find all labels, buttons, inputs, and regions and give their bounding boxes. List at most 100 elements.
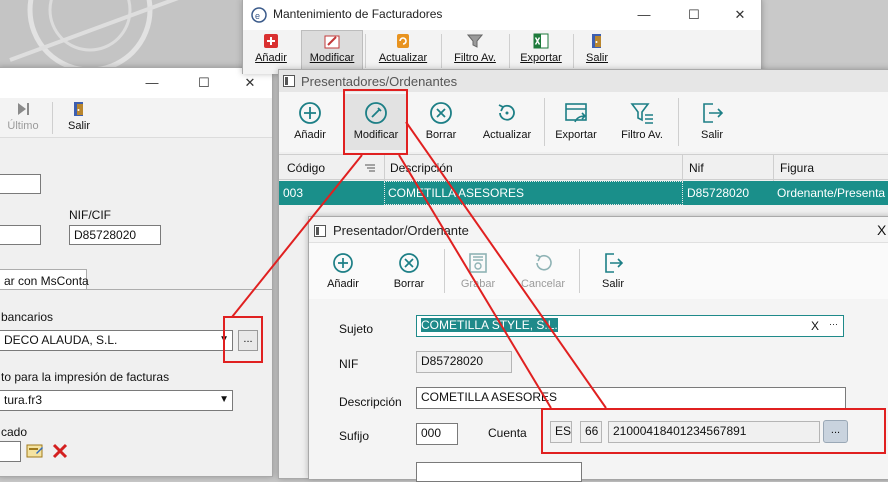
detail-titlebar: Presentador/Ordenante X	[309, 217, 888, 243]
cado-label: cado	[1, 425, 28, 439]
add-icon	[264, 34, 278, 48]
facturadores-window: e Mantenimiento de Facturadores — ☐ ✕ Añ…	[242, 0, 762, 74]
exportar-label: Exportar	[555, 129, 597, 141]
salir-label: Salir	[585, 52, 608, 64]
exit-icon	[605, 253, 624, 273]
anadir-button[interactable]: Añadir	[321, 251, 365, 290]
delete-circle-icon	[430, 102, 452, 124]
wallpaper-decoration	[0, 0, 240, 70]
grabar-button[interactable]: Grabar	[454, 251, 502, 290]
salir-button[interactable]: Salir	[689, 100, 735, 141]
actualizar-label: Actualizar	[378, 52, 428, 64]
exit-icon	[703, 103, 724, 123]
salir-button[interactable]: Salir	[579, 33, 615, 64]
bg-name-field[interactable]	[0, 225, 41, 245]
bank-section-label: bancarios	[1, 310, 54, 324]
borrar-label: Borrar	[425, 129, 457, 141]
anadir-label: Añadir	[255, 52, 287, 64]
delete-icon[interactable]	[51, 442, 69, 460]
export-icon	[565, 103, 587, 123]
anadir-label: Añadir	[294, 129, 326, 141]
cell-descripcion: COMETILLA ASESORES	[388, 186, 525, 200]
anadir-button[interactable]: Añadir	[249, 33, 293, 64]
bg-code-field[interactable]	[0, 174, 41, 194]
salir-label: Salir	[67, 120, 90, 132]
tab-msconta[interactable]: ar con MsConta	[0, 269, 89, 290]
borrar-button[interactable]: Borrar	[419, 100, 463, 141]
add-circle-icon	[299, 102, 321, 124]
nif-cif-field[interactable]: D85728020	[69, 225, 161, 245]
facturadores-toolbar: Añadir Modificar Actualizar Filtro Av. E…	[243, 30, 761, 74]
actualizar-label: Actualizar	[482, 129, 532, 141]
modificar-button[interactable]: Modificar	[301, 30, 363, 70]
exportar-button[interactable]: Exportar	[514, 33, 568, 64]
salir-button[interactable]: Salir	[61, 101, 97, 132]
svg-text:e: e	[255, 11, 260, 21]
toolbar-separator	[365, 34, 366, 68]
clear-button[interactable]: X	[811, 319, 819, 333]
background-toolbar: Último Salir	[0, 98, 272, 138]
sort-icon[interactable]	[365, 164, 375, 172]
ultimo-label: Último	[7, 120, 39, 132]
cell-figura: Ordenante/Presenta	[777, 186, 886, 200]
filtro-button[interactable]: Filtro Av.	[613, 100, 671, 141]
anadir-button[interactable]: Añadir	[287, 100, 333, 141]
sujeto-more-button[interactable]: ···	[829, 319, 838, 329]
extra-field[interactable]	[416, 462, 582, 482]
close-button[interactable]: ✕	[717, 0, 763, 30]
bank-combo[interactable]: DECO ALAUDA, S.L. ▼	[0, 330, 233, 351]
column-header-figura[interactable]: Figura	[780, 161, 814, 175]
print-template-combo[interactable]: tura.fr3 ▼	[0, 390, 233, 411]
print-template-label: to para la impresión de facturas	[1, 370, 170, 384]
cancelar-button[interactable]: Cancelar	[515, 251, 571, 290]
cuenta-label: Cuenta	[488, 426, 527, 440]
sujeto-label: Sujeto	[339, 322, 374, 336]
toolbar-separator	[444, 249, 445, 293]
exportar-button[interactable]: Exportar	[549, 100, 603, 141]
sufijo-field[interactable]: 000	[416, 423, 458, 445]
grid-header: Código Descripción Nif Figura	[279, 154, 888, 181]
filtro-button[interactable]: Filtro Av.	[446, 33, 504, 64]
cado-field[interactable]	[0, 441, 21, 462]
actualizar-button[interactable]: Actualizar	[371, 33, 435, 64]
filter-list-icon	[630, 103, 653, 124]
maximize-button[interactable]: ☐	[671, 0, 717, 30]
nif-field[interactable]: D85728020	[416, 351, 512, 373]
background-window: — ☐ ✕ Último Salir NIF/CIF D85728020 ar …	[0, 67, 273, 477]
print-template-value: tura.fr3	[4, 393, 43, 407]
actualizar-button[interactable]: Actualizar	[475, 100, 539, 141]
minimize-button[interactable]: —	[129, 68, 175, 98]
highlight-bank-lookup	[223, 316, 263, 363]
toolbar-separator	[509, 34, 510, 68]
sujeto-field[interactable]: COMETILLA STYLE, S.L. X ···	[416, 315, 844, 337]
save-icon	[469, 253, 487, 273]
ultimo-button[interactable]: Último	[1, 101, 45, 132]
borrar-button[interactable]: Borrar	[387, 251, 431, 290]
add-circle-icon	[333, 253, 353, 273]
edit-card-icon[interactable]	[26, 442, 44, 460]
nif-label: NIF	[339, 357, 359, 371]
borrar-label: Borrar	[393, 278, 425, 290]
detail-title: Presentador/Ordenante	[333, 223, 469, 238]
refresh-icon	[397, 34, 409, 48]
filter-icon	[466, 34, 484, 48]
descripcion-field[interactable]: COMETILLA ASESORES	[416, 387, 846, 409]
exit-door-icon	[592, 34, 601, 48]
table-row[interactable]: 003 COMETILLA ASESORES D85728020 Ordenan…	[279, 181, 888, 205]
sufijo-label: Sufijo	[339, 429, 370, 443]
chevron-down-icon[interactable]: ▼	[219, 394, 229, 405]
maximize-button[interactable]: ☐	[181, 68, 227, 98]
column-header-codigo[interactable]: Código	[287, 161, 325, 175]
minimize-button[interactable]: —	[621, 0, 667, 30]
column-header-descripcion[interactable]: Descripción	[390, 161, 453, 175]
column-header-nif[interactable]: Nif	[689, 161, 704, 175]
undo-icon	[535, 254, 552, 271]
anadir-label: Añadir	[327, 278, 359, 290]
toolbar-separator	[544, 98, 545, 146]
salir-button[interactable]: Salir	[591, 251, 635, 290]
cancelar-label: Cancelar	[520, 278, 566, 290]
close-button[interactable]: X	[877, 222, 886, 238]
filtro-label: Filtro Av.	[621, 129, 663, 141]
facturadores-title: Mantenimiento de Facturadores	[273, 7, 443, 21]
excel-export-icon	[533, 33, 549, 49]
